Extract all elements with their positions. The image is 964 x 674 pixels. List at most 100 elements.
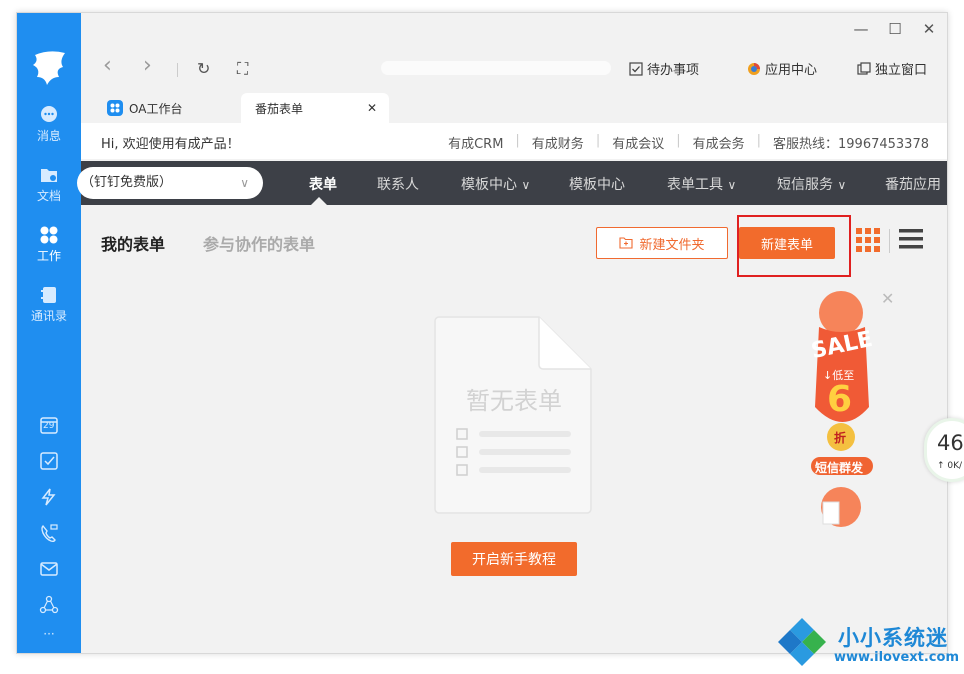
maximize-button[interactable]: ☐	[883, 19, 907, 39]
tab-bar: OA工作台 番茄表单 ✕	[81, 93, 947, 123]
nav-label: 模板中心	[461, 177, 517, 193]
left-sidebar: 消息 文档 工作 通讯录 29 ···	[17, 13, 81, 653]
todo-button[interactable]: 待办事项	[629, 59, 699, 78]
start-tutorial-button[interactable]: 开启新手教程	[451, 542, 577, 576]
link-finance[interactable]: 有成财务	[532, 133, 584, 152]
tab-label: OA工作台	[129, 101, 183, 116]
nav-item-template-center[interactable]: 模板中心 ∨	[461, 174, 530, 194]
nav-label: 表单工具	[667, 177, 723, 193]
divider	[177, 63, 178, 77]
lightning-icon[interactable]	[39, 487, 59, 507]
tab-close-icon[interactable]: ✕	[367, 101, 377, 115]
nav-label: 短信服务	[777, 177, 833, 193]
empty-state-text: 暂无表单	[466, 387, 562, 415]
active-caret	[311, 197, 327, 205]
tab-label: 番茄表单	[255, 101, 304, 116]
product-links: 有成CRM | 有成财务 | 有成会议 | 有成会务 | 客服热线：1996745337…	[448, 133, 929, 152]
sidebar-item-messages[interactable]: 消息	[17, 105, 81, 144]
sidebar-item-contacts[interactable]: 通讯录	[17, 285, 81, 324]
checkbox-icon[interactable]	[39, 451, 59, 471]
fullscreen-button[interactable]: ⛶	[237, 59, 248, 79]
add-folder-icon	[619, 237, 634, 249]
divider: |	[515, 133, 520, 148]
promo-close-icon[interactable]: ✕	[881, 289, 894, 308]
highlight-box	[737, 215, 851, 277]
watermark-url: www.ilovext.com	[834, 650, 959, 665]
sidebar-item-work[interactable]: 工作	[17, 225, 81, 264]
chevron-down-icon: ∨	[521, 178, 531, 192]
tab-collab-forms[interactable]: 参与协作的表单	[203, 231, 315, 255]
nav-item-form-tools[interactable]: 表单工具 ∨	[667, 174, 736, 194]
apps-grid-icon	[107, 100, 123, 116]
sidebar-item-label: 文档	[36, 189, 61, 203]
share-nodes-icon[interactable]	[39, 595, 59, 615]
calendar-day: 29	[43, 421, 55, 431]
chat-bubble-icon	[41, 106, 57, 122]
welcome-bar: Hi, 欢迎使用有成产品！ 有成CRM | 有成财务 | 有成会议 | 有成会务 | 客…	[81, 123, 947, 159]
new-folder-button[interactable]: 新建文件夹	[596, 227, 728, 259]
grid-view-icon[interactable]	[855, 227, 881, 253]
promo-discount: 6	[827, 379, 853, 420]
tab-oa-workbench[interactable]: OA工作台	[107, 93, 182, 123]
link-meeting[interactable]: 有成会议	[612, 133, 664, 152]
nav-item-sms-service[interactable]: 短信服务 ∨	[777, 174, 846, 194]
sidebar-item-label: 工作	[36, 249, 61, 263]
chevron-down-icon: ∨	[240, 176, 249, 190]
sale-promo-banner[interactable]: SALE ↓低至 6 折 短信群发	[805, 287, 885, 547]
app-window: 消息 文档 工作 通讯录 29 ··· — ☐ ✕ ‹ › ↻ ⛶ 待办事项 应…	[16, 12, 948, 654]
nav-item-tomato-apps[interactable]: 番茄应用	[885, 174, 941, 194]
window-icon	[857, 61, 871, 75]
apps-grid-icon	[40, 226, 58, 244]
network-speed-widget[interactable]: 46 ↑ 0K/	[924, 418, 964, 482]
greeting: Hi, 欢迎使用有成产品！	[101, 137, 240, 152]
sidebar-item-docs[interactable]: 文档	[17, 165, 81, 204]
watermark-text: 小小系统迷	[838, 626, 948, 650]
nav-item-forms[interactable]: 表单	[309, 174, 337, 194]
minimize-button[interactable]: —	[849, 19, 873, 39]
nav-item-template-center-2[interactable]: 模板中心	[569, 174, 625, 194]
speed-sub: ↑ 0K/	[937, 461, 963, 471]
app-center-icon	[748, 62, 760, 75]
tab-tomato-form[interactable]: 番茄表单 ✕	[241, 93, 389, 123]
close-button[interactable]: ✕	[917, 19, 941, 39]
mail-icon[interactable]	[39, 559, 59, 579]
sidebar-item-label: 通讯录	[30, 309, 67, 323]
more-dots-icon[interactable]: ···	[39, 627, 59, 647]
tab-my-forms[interactable]: 我的表单	[101, 231, 165, 255]
back-button[interactable]: ‹	[103, 53, 112, 78]
app-center-label: 应用中心	[765, 63, 818, 78]
main-nav: （钉钉免费版） ∨ 表单 联系人 模板中心 ∨ 模板中心 表单工具 ∨ 短信服务…	[77, 161, 947, 205]
promo-sms-text: 短信群发	[815, 461, 864, 475]
speed-value: 46	[937, 431, 964, 455]
link-crm[interactable]: 有成CRM	[448, 133, 503, 152]
checkbox-icon	[629, 61, 643, 76]
hotline: 客服热线：19967453378	[773, 137, 929, 152]
standalone-window-button[interactable]: 独立窗口	[857, 59, 927, 78]
phone-video-icon[interactable]	[39, 523, 59, 543]
list-view-icon[interactable]	[899, 227, 923, 251]
chevron-down-icon: ∨	[837, 178, 847, 192]
todo-label: 待办事项	[647, 63, 700, 78]
divider: |	[595, 133, 601, 148]
folder-icon	[41, 169, 57, 182]
forward-button[interactable]: ›	[143, 53, 152, 78]
main-content: 我的表单 参与协作的表单 新建文件夹 新建表单 暂无表单 开启新手教程 SALE…	[81, 205, 947, 653]
refresh-button[interactable]: ↻	[197, 59, 210, 78]
divider	[889, 229, 890, 253]
sidebar-item-label: 消息	[36, 129, 61, 143]
link-conference[interactable]: 有成会务	[693, 133, 745, 152]
app-logo-icon	[33, 51, 65, 85]
contacts-book-icon	[41, 287, 56, 303]
calendar-icon[interactable]: 29	[39, 415, 59, 435]
standalone-label: 独立窗口	[875, 63, 928, 78]
toolbar: ‹ › ↻ ⛶ 待办事项 应用中心 独立窗口	[81, 49, 947, 87]
nav-item-contacts[interactable]: 联系人	[377, 174, 419, 194]
watermark-logo-icon	[778, 618, 826, 666]
chevron-down-icon: ∨	[727, 178, 737, 192]
plan-select[interactable]: （钉钉免费版） ∨	[77, 167, 263, 199]
divider: |	[676, 133, 681, 148]
new-folder-label: 新建文件夹	[639, 237, 705, 253]
blurred-address	[381, 61, 611, 75]
divider: |	[756, 133, 762, 148]
app-center-button[interactable]: 应用中心	[747, 59, 817, 78]
